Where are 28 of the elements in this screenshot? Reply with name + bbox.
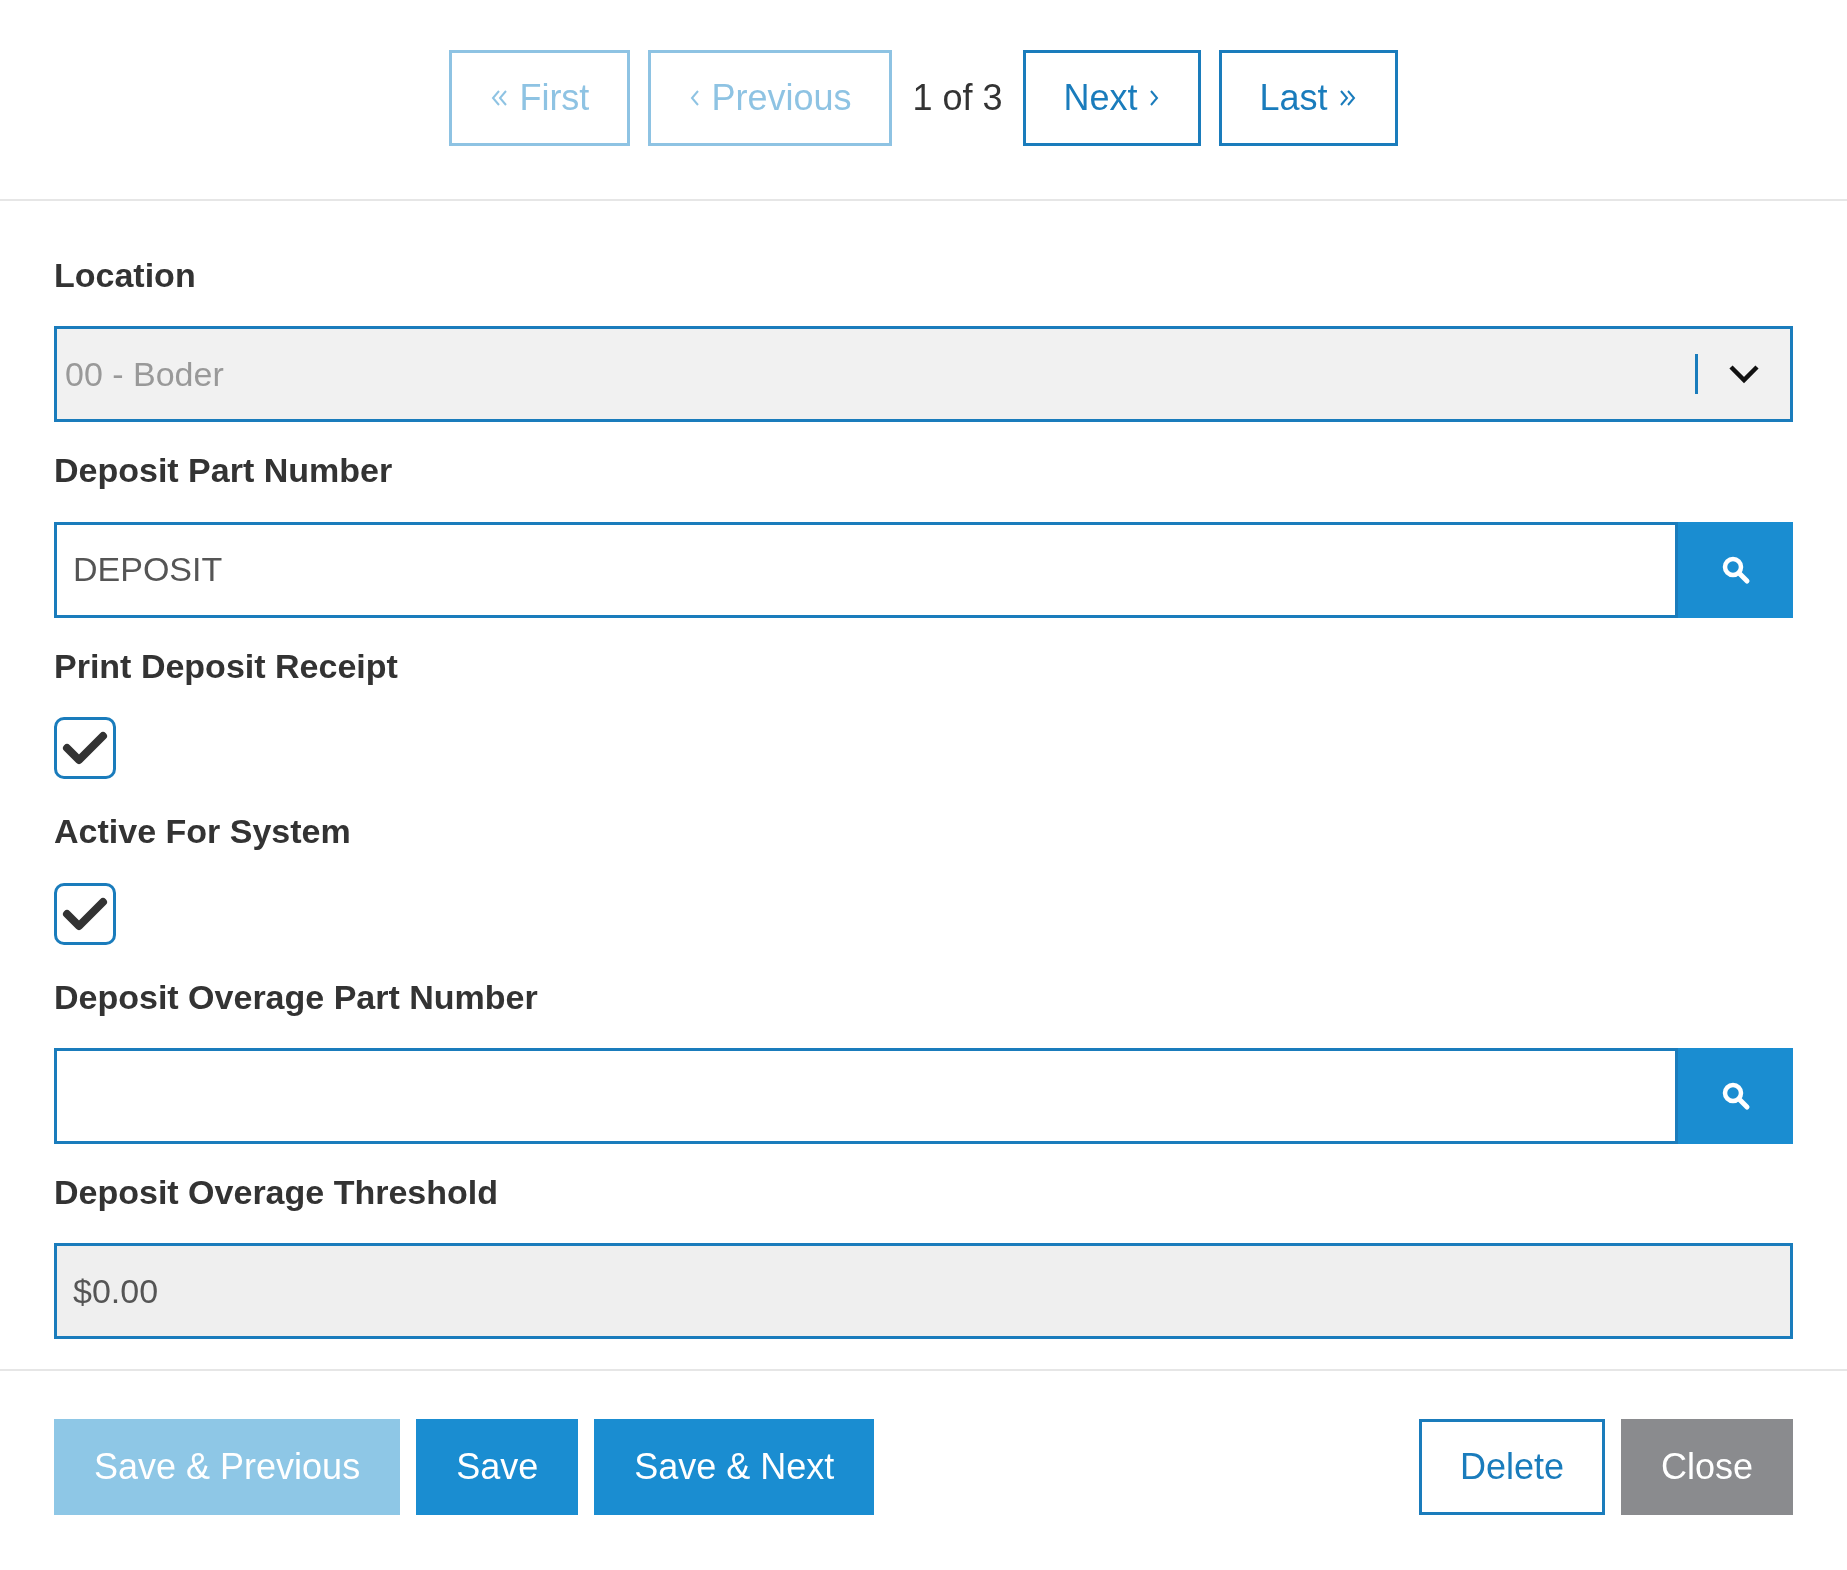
field-label: Deposit Overage Threshold [54,1173,499,1212]
pager-button[interactable]: Last [1218,50,1398,146]
field-label: Print Deposit Receipt [54,647,399,686]
action-button[interactable]: Save & Next [594,1419,875,1515]
action-button[interactable]: Save [416,1419,579,1515]
search-button[interactable] [1678,1047,1793,1144]
checkbox[interactable] [54,717,116,780]
page-indicator: 1 of 3 [912,76,1003,120]
chevron-down-icon [1728,364,1760,385]
input-field[interactable] [54,1047,1678,1144]
pager-button[interactable]: Next [1022,50,1201,146]
checkbox[interactable] [54,882,116,945]
double-chevron-right-icon [1337,88,1357,108]
field-label: Deposit Part Number [54,452,394,490]
double-chevron-left-icon [490,88,510,108]
input-field[interactable]: DEPOSIT [54,521,1678,618]
field-label: Active For System [54,813,352,851]
chevron-left-icon [689,88,702,108]
chevron-right-icon [1147,88,1160,108]
checkmark-icon [62,895,108,932]
field-label: Location [54,257,197,295]
search-icon [1720,1080,1751,1111]
field-label: Deposit Overage Part Number [54,978,539,1016]
action-button[interactable]: Delete [1418,1419,1605,1515]
search-button[interactable] [1678,521,1793,618]
search-icon [1720,554,1751,585]
checkmark-icon [62,730,108,767]
action-button[interactable]: Close [1620,1419,1793,1515]
